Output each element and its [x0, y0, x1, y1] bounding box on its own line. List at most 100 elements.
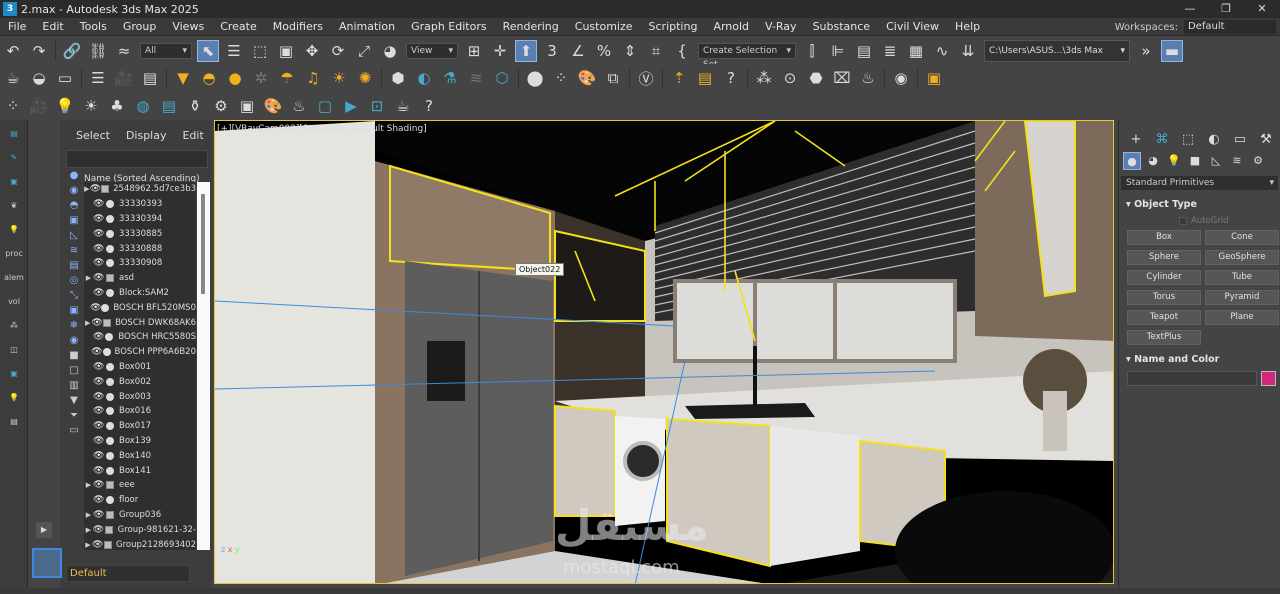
- camera-icon[interactable]: 🎥: [28, 95, 50, 117]
- toggle-layer-explorer-icon[interactable]: ≣: [879, 40, 901, 62]
- bulb-icon[interactable]: ♨: [288, 95, 310, 117]
- vray-plane-icon[interactable]: ≋: [465, 67, 487, 89]
- scene-list-row[interactable]: 👁 Box003: [84, 389, 196, 404]
- scene-list-row[interactable]: 👁 Box016: [84, 404, 196, 419]
- proc-icon[interactable]: proc: [1, 242, 27, 264]
- current-layer-field[interactable]: Default: [66, 565, 190, 582]
- visibility-eye-icon[interactable]: 👁: [93, 258, 105, 268]
- menu-scripting[interactable]: Scripting: [641, 20, 706, 33]
- scene-list-row[interactable]: ▶ 👁 BOSCH DWK68AK6: [84, 315, 196, 330]
- scene-list-row[interactable]: ▶ 👁 eee: [84, 478, 196, 493]
- vray-sphere-material-icon[interactable]: ⬤: [524, 67, 546, 89]
- menu-edit[interactable]: Edit: [34, 20, 71, 33]
- vray-sphere-light-icon[interactable]: ●: [224, 67, 246, 89]
- light-bulb-icon[interactable]: 💡: [54, 95, 76, 117]
- bone-filter-icon[interactable]: ⤡: [66, 288, 82, 303]
- menu-civil-view[interactable]: Civil View: [878, 20, 947, 33]
- expand-arrow-icon[interactable]: ▶: [84, 481, 93, 489]
- vray-log-icon[interactable]: ▤: [694, 67, 716, 89]
- mirror-icon[interactable]: ⫿: [801, 40, 823, 62]
- menu-help[interactable]: Help: [947, 20, 988, 33]
- bind-space-warp-icon[interactable]: ≈: [113, 40, 135, 62]
- visibility-eye-icon[interactable]: 👁: [91, 347, 102, 357]
- unlink-icon[interactable]: ⛓: [87, 40, 109, 62]
- viewport-label[interactable]: [+][VRayCam002][Standard][Default Shadin…: [217, 124, 427, 134]
- invert-display-icon[interactable]: ▥: [66, 378, 82, 393]
- shapes-icon[interactable]: ◕: [1144, 152, 1162, 170]
- scene-list-row[interactable]: 👁 Box140: [84, 448, 196, 463]
- help-icon[interactable]: ?: [418, 95, 440, 117]
- vray-frame-buffer-icon[interactable]: ▤: [139, 67, 161, 89]
- container-filter-icon[interactable]: ▣: [66, 303, 82, 318]
- keyboard-shortcut-override-icon[interactable]: ⬆: [515, 39, 537, 62]
- visibility-eye-icon[interactable]: 👁: [93, 229, 105, 239]
- scene-list-row[interactable]: 👁 Box017: [84, 419, 196, 434]
- vray-fur-icon[interactable]: ⚗: [439, 67, 461, 89]
- spinner-snap-icon[interactable]: ⇕: [619, 40, 641, 62]
- scene-list-row[interactable]: 👁 33330394: [84, 212, 196, 227]
- menu-graph-editors[interactable]: Graph Editors: [403, 20, 495, 33]
- visibility-eye-icon[interactable]: 👁: [93, 510, 105, 520]
- vray-material-palette-icon[interactable]: 🎨: [576, 67, 598, 89]
- schematic-view-icon[interactable]: ⇊: [957, 40, 979, 62]
- menu-views[interactable]: Views: [164, 20, 212, 33]
- selection-set-dropdown[interactable]: Create Selection Set▾: [698, 42, 796, 70]
- autogrid-checkbox[interactable]: AutoGrid: [1121, 216, 1278, 226]
- vray-scene-icon[interactable]: ◐: [413, 67, 435, 89]
- motion-panel-icon[interactable]: ◐: [1203, 132, 1225, 147]
- close-button[interactable]: ✕: [1244, 0, 1280, 18]
- vray-mesh-light-icon[interactable]: ☂: [276, 67, 298, 89]
- animation-preview-icon[interactable]: ▶: [340, 95, 362, 117]
- alem-icon[interactable]: alem: [1, 266, 27, 288]
- scene-list-scrollbar[interactable]: [197, 182, 210, 550]
- visibility-eye-icon[interactable]: 👁: [93, 273, 105, 283]
- xref-filter-icon[interactable]: ◎: [66, 273, 82, 288]
- teapot-icon[interactable]: ☕: [392, 95, 414, 117]
- vray-ambient-light-icon[interactable]: ♫: [302, 67, 324, 89]
- vray-multi-material-icon[interactable]: ⁘: [550, 67, 572, 89]
- project-folder-dropdown[interactable]: C:\Users\ASUS...\3ds Max 2025▾: [984, 39, 1130, 76]
- textplus-button[interactable]: TextPlus: [1127, 330, 1201, 345]
- visibility-eye-icon[interactable]: 👁: [93, 421, 105, 431]
- maximize-button[interactable]: ❐: [1208, 0, 1244, 18]
- tube-button[interactable]: Tube: [1205, 270, 1279, 285]
- scrollbar-thumb[interactable]: [201, 194, 205, 294]
- light-filter-icon[interactable]: ◓: [66, 198, 82, 213]
- scene-list-row[interactable]: ▶ 👁 Group-981621-32-: [84, 522, 196, 537]
- scene-list-row[interactable]: 👁 Box002: [84, 374, 196, 389]
- named-selection-brace-icon[interactable]: {: [671, 40, 693, 62]
- menu-substance[interactable]: Substance: [805, 20, 879, 33]
- toggle-ribbon-icon[interactable]: ▦: [905, 40, 927, 62]
- vray-proxy-icon[interactable]: ⬢: [387, 67, 409, 89]
- scene-list-row[interactable]: ▶ 👁 2548962.5d7ce3b3: [84, 182, 196, 197]
- light-lister-icon[interactable]: 💡: [1, 386, 27, 408]
- visibility-eye-icon[interactable]: 👁: [90, 303, 101, 313]
- modify-tab-icon[interactable]: ✎: [1, 146, 27, 168]
- scene-list-row[interactable]: 👁 Box139: [84, 434, 196, 449]
- reference-coordinate-dropdown[interactable]: View ▾: [406, 42, 458, 59]
- toggle-scene-explorer-icon[interactable]: ▤: [853, 40, 875, 62]
- menu-rendering[interactable]: Rendering: [495, 20, 567, 33]
- scene-list-row[interactable]: 👁 33330888: [84, 241, 196, 256]
- hierarchy-tab-icon[interactable]: ▣: [1, 170, 27, 192]
- visibility-eye-icon[interactable]: 👁: [93, 436, 105, 446]
- vray-scene-converter-icon[interactable]: ▣: [923, 67, 945, 89]
- modify-panel-icon[interactable]: ⌘: [1151, 132, 1173, 147]
- scene-list-row[interactable]: 👁 33330908: [84, 256, 196, 271]
- cameras-icon[interactable]: ■: [1186, 152, 1204, 170]
- vray-sun-icon[interactable]: ☀: [328, 67, 350, 89]
- scene-list-row[interactable]: 👁 floor: [84, 493, 196, 508]
- menu-customize[interactable]: Customize: [567, 20, 641, 33]
- hidden-filter-icon[interactable]: ◉: [66, 333, 82, 348]
- visibility-eye-icon[interactable]: 👁: [93, 406, 105, 416]
- scene-list-row[interactable]: 👁 33330885: [84, 226, 196, 241]
- scene-list-row[interactable]: 👁 BOSCH HRC5580S: [84, 330, 196, 345]
- rotate-icon[interactable]: ⟳: [327, 40, 349, 62]
- expand-arrow-icon[interactable]: ▶: [84, 541, 92, 549]
- geosphere-button[interactable]: GeoSphere: [1205, 250, 1279, 265]
- helper-filter-icon[interactable]: ◺: [66, 228, 82, 243]
- vray-chaos-icon[interactable]: ♨: [857, 67, 879, 89]
- snap-grid-icon[interactable]: ⁘: [2, 95, 24, 117]
- menu-group[interactable]: Group: [115, 20, 165, 33]
- tab-edit[interactable]: Edit: [182, 129, 203, 142]
